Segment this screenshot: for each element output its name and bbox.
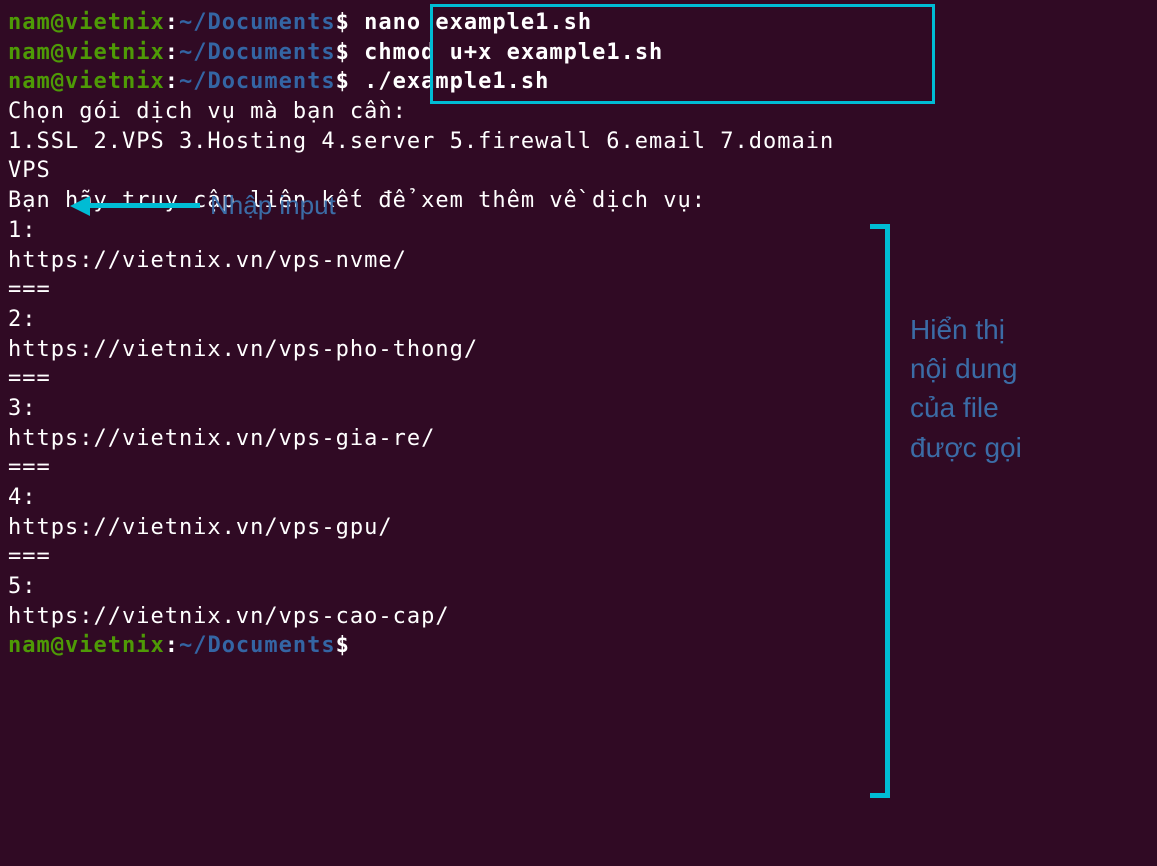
- colon: :: [165, 10, 179, 35]
- arrow-line: [90, 203, 200, 208]
- command-2: chmod u+x example1.sh: [364, 40, 663, 65]
- arrow-left-icon: [70, 196, 90, 216]
- item-url: https://vietnix.vn/vps-nvme/: [8, 246, 1149, 276]
- colon: :: [165, 633, 179, 658]
- dollar: $: [336, 10, 350, 35]
- user-input: VPS: [8, 156, 1149, 186]
- item-number: 4:: [8, 483, 1149, 513]
- bracket-label: Hiển thịnội dungcủa fileđược gọi: [910, 310, 1022, 467]
- path: ~/Documents: [179, 40, 336, 65]
- output-bracket: [870, 224, 890, 798]
- script-prompt: Chọn gói dịch vụ mà bạn cần:: [8, 97, 1149, 127]
- command-1: nano example1.sh: [364, 10, 592, 35]
- path: ~/Documents: [179, 10, 336, 35]
- user-host: nam@vietnix: [8, 40, 165, 65]
- dollar: $: [336, 633, 350, 658]
- command-3: ./example1.sh: [364, 69, 549, 94]
- input-arrow-annotation: Nhập input: [70, 188, 336, 223]
- prompt-line-2: nam@vietnix:~/Documents$ chmod u+x examp…: [8, 38, 1149, 68]
- dollar: $: [336, 40, 350, 65]
- dollar: $: [336, 69, 350, 94]
- path: ~/Documents: [179, 633, 336, 658]
- colon: :: [165, 40, 179, 65]
- user-host: nam@vietnix: [8, 633, 165, 658]
- item-url: https://vietnix.vn/vps-cao-cap/: [8, 602, 1149, 632]
- item-url: https://vietnix.vn/vps-gpu/: [8, 513, 1149, 543]
- user-host: nam@vietnix: [8, 69, 165, 94]
- prompt-line-1: nam@vietnix:~/Documents$ nano example1.s…: [8, 8, 1149, 38]
- path: ~/Documents: [179, 69, 336, 94]
- separator: ===: [8, 542, 1149, 572]
- script-options: 1.SSL 2.VPS 3.Hosting 4.server 5.firewal…: [8, 127, 1149, 157]
- prompt-line-4: nam@vietnix:~/Documents$: [8, 631, 1149, 661]
- prompt-line-3: nam@vietnix:~/Documents$ ./example1.sh: [8, 67, 1149, 97]
- separator: ===: [8, 275, 1149, 305]
- input-label: Nhập input: [210, 188, 336, 223]
- colon: :: [165, 69, 179, 94]
- user-host: nam@vietnix: [8, 10, 165, 35]
- item-number: 5:: [8, 572, 1149, 602]
